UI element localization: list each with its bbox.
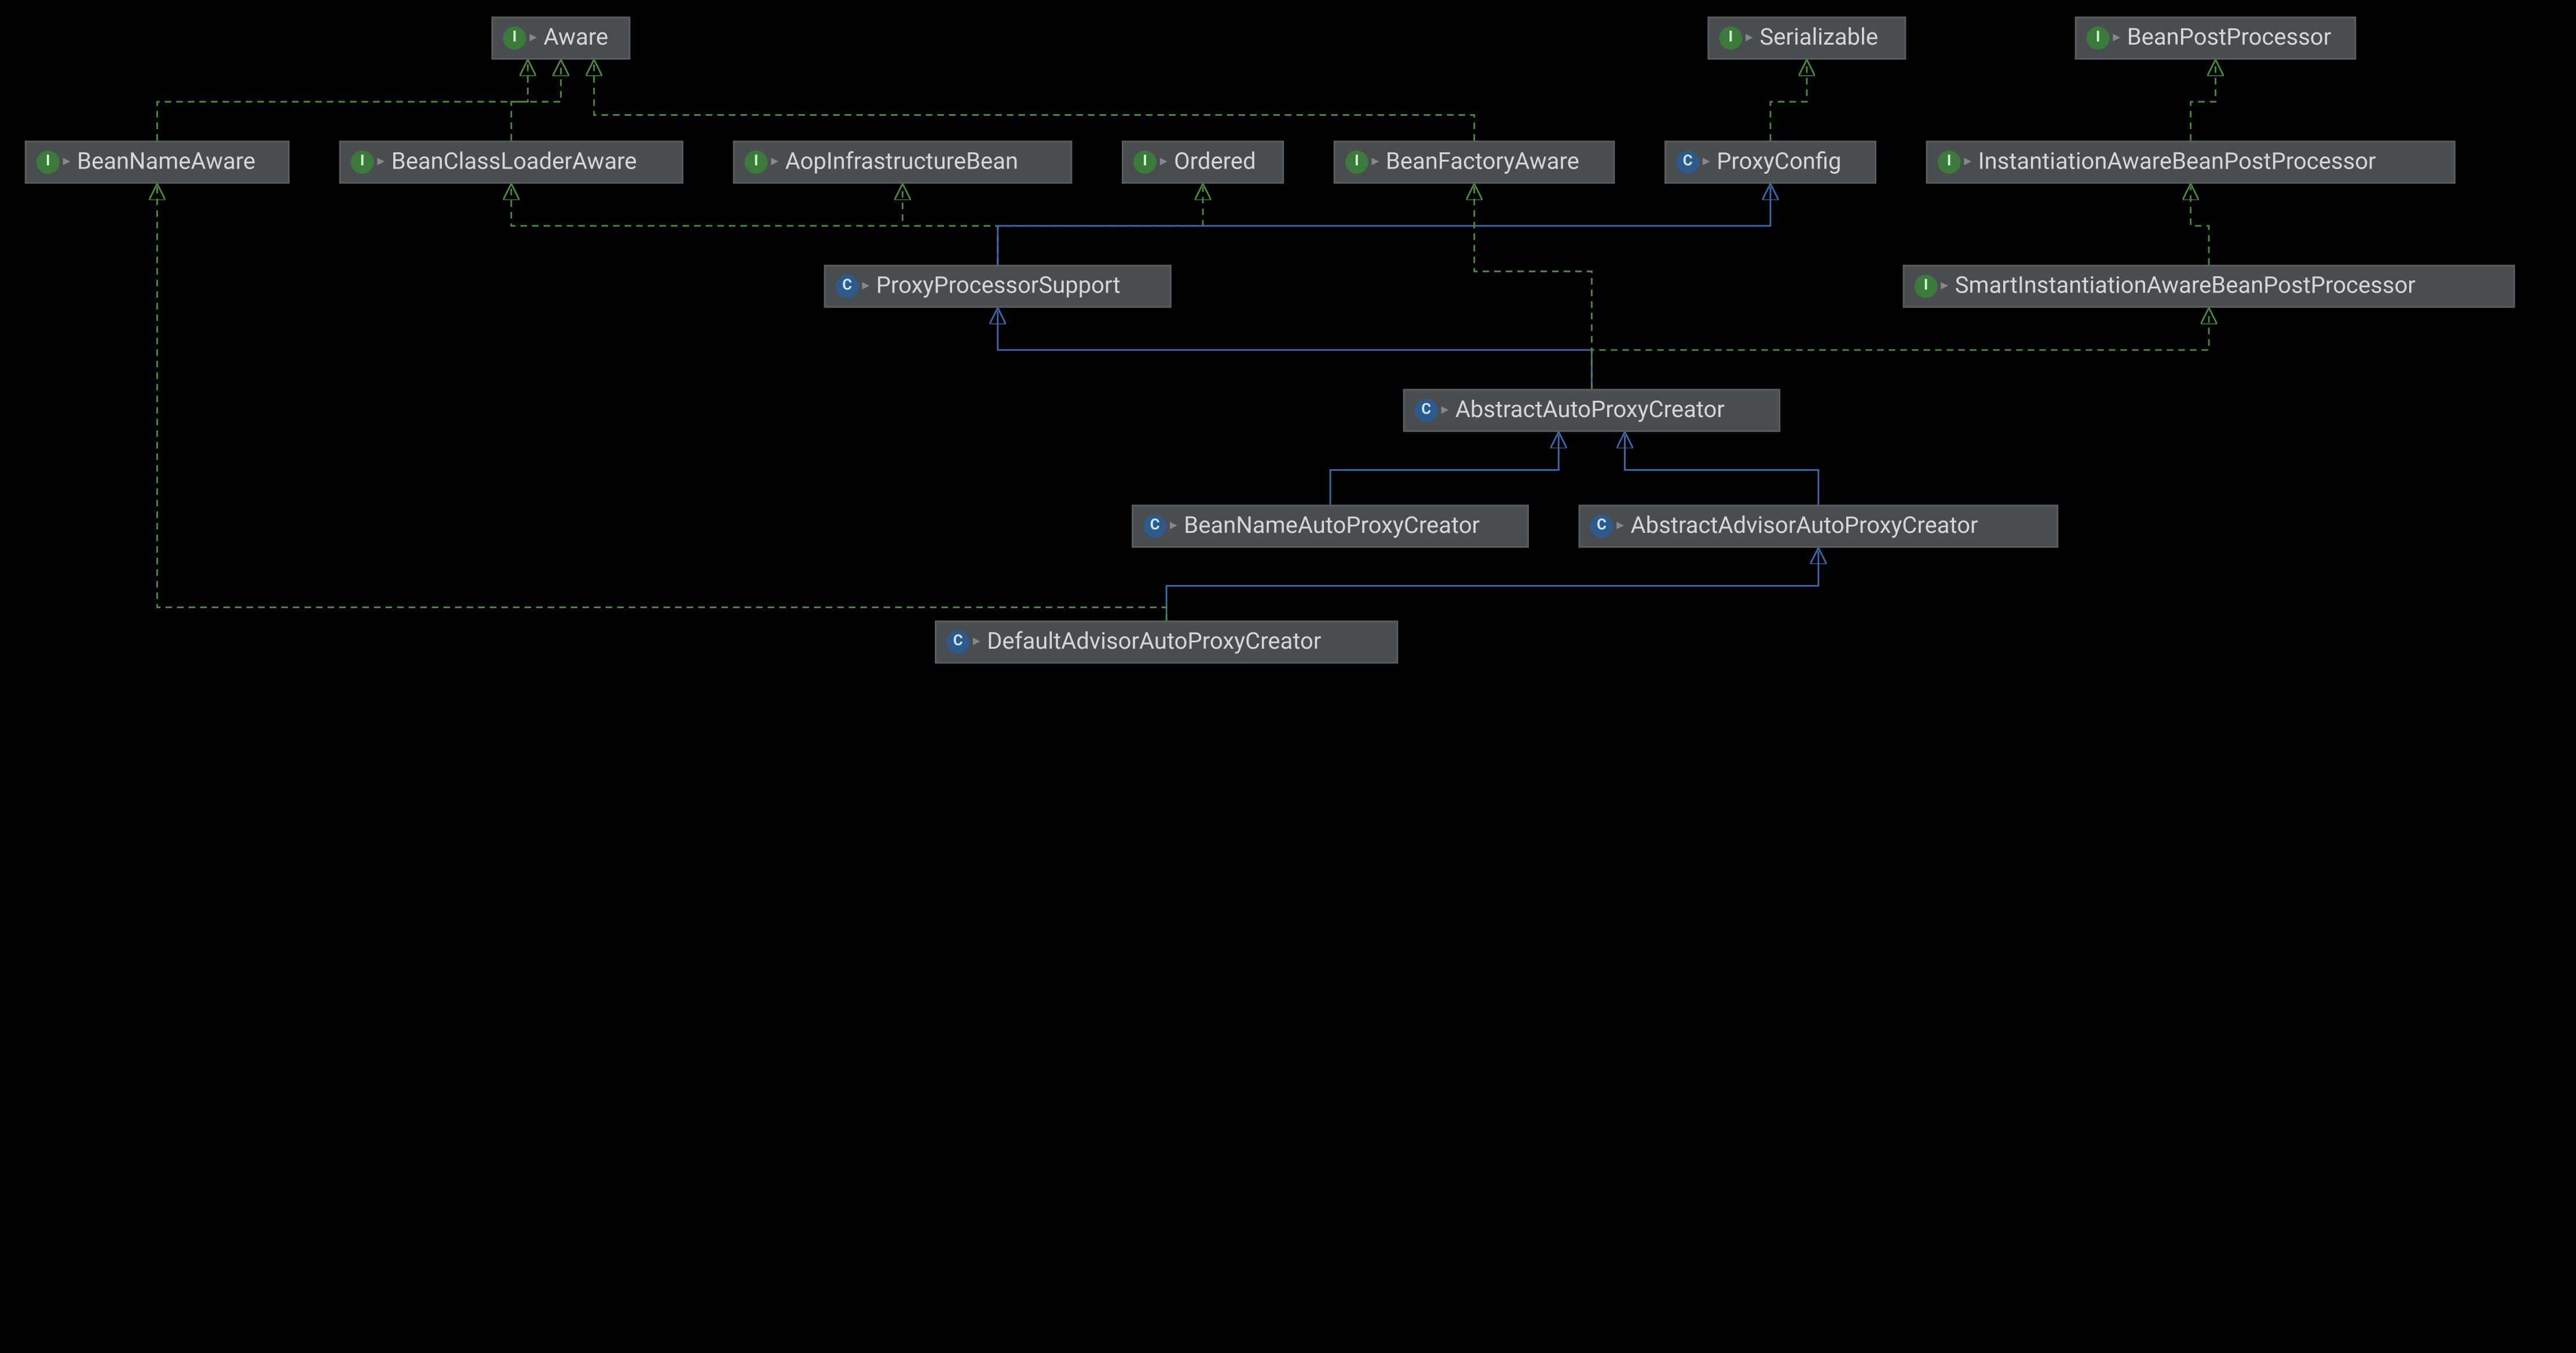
edge-proxyProcessorSupport-to-proxyConfig <box>998 187 1770 265</box>
node-label: Serializable <box>1760 25 1878 52</box>
expand-caret-icon: ▸ <box>1170 518 1177 535</box>
edge-abstractAutoProxyCreator-to-smartInstAwareBPP <box>1591 311 2209 389</box>
expand-caret-icon: ▸ <box>1703 154 1710 171</box>
node-label: DefaultAdvisorAutoProxyCreator <box>987 629 1321 656</box>
class-node-abstractAutoProxyCreator[interactable]: C▸ AbstractAutoProxyCreator <box>1403 389 1780 432</box>
expand-caret-icon: ▸ <box>862 278 869 295</box>
node-label: ProxyConfig <box>1717 149 1841 175</box>
expand-caret-icon: ▸ <box>1746 30 1753 46</box>
class-icon: C <box>836 275 859 298</box>
edge-proxyProcessorSupport-to-ordered <box>998 187 1203 265</box>
connector-layer <box>0 0 2576 677</box>
class-node-defaultAdvisorAutoProxy[interactable]: C▸ DefaultAdvisorAutoProxyCreator <box>935 620 1398 663</box>
node-label: Aware <box>544 25 609 52</box>
edge-defaultAdvisorAutoProxy-to-beanNameAware <box>157 187 1166 621</box>
node-label: InstantiationAwareBeanPostProcessor <box>1978 149 2376 175</box>
edge-beanNameAutoProxyCreator-to-abstractAutoProxyCreator <box>1330 435 1558 504</box>
expand-caret-icon: ▸ <box>529 30 537 46</box>
node-label: AbstractAdvisorAutoProxyCreator <box>1631 513 1978 540</box>
class-node-beanPostProcessor[interactable]: I▸ BeanPostProcessor <box>2075 17 2357 60</box>
class-node-proxyConfig[interactable]: C▸ ProxyConfig <box>1664 141 1876 184</box>
class-icon: C <box>1676 151 1699 174</box>
node-label: AbstractAutoProxyCreator <box>1455 397 1725 424</box>
node-label: BeanNameAware <box>77 149 255 175</box>
node-label: ProxyProcessorSupport <box>876 273 1121 299</box>
edge-instAwareBPP-to-beanPostProcessor <box>2191 63 2216 141</box>
class-node-ordered[interactable]: I▸ Ordered <box>1122 141 1284 184</box>
expand-caret-icon: ▸ <box>1371 154 1379 171</box>
expand-caret-icon: ▸ <box>1160 154 1168 171</box>
interface-icon: I <box>745 151 768 174</box>
expand-caret-icon: ▸ <box>1941 278 1948 295</box>
interface-icon: I <box>351 151 374 174</box>
interface-icon: I <box>2087 27 2110 50</box>
node-label: Ordered <box>1174 149 1256 175</box>
class-icon: C <box>946 631 969 654</box>
class-icon: C <box>1415 399 1438 422</box>
class-node-aopInfrastructureBean[interactable]: I▸ AopInfrastructureBean <box>733 141 1073 184</box>
node-label: BeanFactoryAware <box>1386 149 1579 175</box>
node-label: BeanClassLoaderAware <box>391 149 637 175</box>
interface-icon: I <box>503 27 526 50</box>
interface-icon: I <box>1915 275 1938 298</box>
interface-icon: I <box>36 151 60 174</box>
edge-abstractAdvisorAutoProxy-to-abstractAutoProxyCreator <box>1625 435 1818 504</box>
edge-proxyProcessorSupport-to-aopInfrastructureBean <box>902 187 997 265</box>
expand-caret-icon: ▸ <box>771 154 778 171</box>
edge-abstractAutoProxyCreator-to-proxyProcessorSupport <box>998 311 1592 389</box>
class-node-proxyProcessorSupport[interactable]: C▸ ProxyProcessorSupport <box>824 265 1172 308</box>
interface-icon: I <box>1938 151 1961 174</box>
class-node-abstractAdvisorAutoProxy[interactable]: C▸ AbstractAdvisorAutoProxyCreator <box>1579 504 2059 547</box>
class-node-beanFactoryAware[interactable]: I▸ BeanFactoryAware <box>1334 141 1615 184</box>
class-node-beanNameAware[interactable]: I▸ BeanNameAware <box>25 141 290 184</box>
expand-caret-icon: ▸ <box>1616 518 1624 535</box>
node-label: BeanNameAutoProxyCreator <box>1184 513 1480 540</box>
edge-proxyConfig-to-serializable <box>1770 63 1807 141</box>
expand-caret-icon: ▸ <box>63 154 71 171</box>
expand-caret-icon: ▸ <box>1441 402 1448 419</box>
edge-beanFactoryAware-to-aware <box>594 63 1474 141</box>
class-node-instAwareBPP[interactable]: I▸ InstantiationAwareBeanPostProcessor <box>1926 141 2456 184</box>
class-node-beanClassLoaderAware[interactable]: I▸ BeanClassLoaderAware <box>339 141 683 184</box>
node-label: BeanPostProcessor <box>2127 25 2332 52</box>
edge-defaultAdvisorAutoProxy-to-abstractAdvisorAutoProxy <box>1166 551 1818 620</box>
edge-beanClassLoaderAware-to-aware <box>511 63 561 141</box>
class-icon: C <box>1143 515 1166 538</box>
uml-diagram-canvas: I▸AwareI▸SerializableI▸BeanPostProcessor… <box>0 0 2576 1353</box>
edge-beanNameAware-to-aware <box>157 63 528 141</box>
expand-caret-icon: ▸ <box>377 154 385 171</box>
edge-abstractAutoProxyCreator-to-beanFactoryAware <box>1474 187 1592 389</box>
edge-smartInstAwareBPP-to-instAwareBPP <box>2191 187 2209 265</box>
expand-caret-icon: ▸ <box>973 634 980 650</box>
interface-icon: I <box>1133 151 1157 174</box>
class-node-beanNameAutoProxyCreator[interactable]: C▸ BeanNameAutoProxyCreator <box>1132 504 1529 547</box>
node-label: AopInfrastructureBean <box>785 149 1018 175</box>
class-icon: C <box>1590 515 1613 538</box>
class-node-aware[interactable]: I▸ Aware <box>492 17 631 60</box>
edge-proxyProcessorSupport-to-beanClassLoaderAware <box>511 187 998 265</box>
class-node-smartInstAwareBPP[interactable]: I▸ SmartInstantiationAwareBeanPostProcess… <box>1903 265 2515 308</box>
node-label: SmartInstantiationAwareBeanPostProcessor <box>1955 273 2416 299</box>
interface-icon: I <box>1345 151 1368 174</box>
interface-icon: I <box>1719 27 1742 50</box>
expand-caret-icon: ▸ <box>1964 154 1971 171</box>
expand-caret-icon: ▸ <box>2113 30 2120 46</box>
class-node-serializable[interactable]: I▸ Serializable <box>1707 17 1906 60</box>
